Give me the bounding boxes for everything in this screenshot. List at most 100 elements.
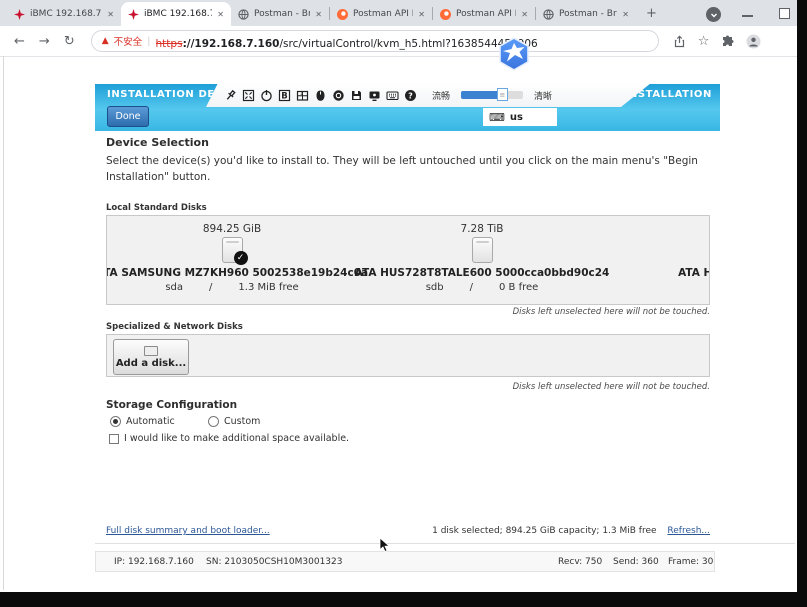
network-disks-box: Add a disk...: [106, 334, 710, 377]
browser-window: iBMC 192.168.7.16 ✕ iBMC 192.168.7.16 ✕ …: [0, 0, 797, 592]
disk-dev: sda: [165, 282, 183, 293]
maximize-button[interactable]: [779, 8, 790, 19]
tab-title: iBMC 192.168.7.16: [30, 9, 102, 19]
extensions-puzzle-icon[interactable]: [721, 35, 734, 48]
radio-custom-label: Custom: [224, 416, 260, 427]
close-icon[interactable]: ✕: [217, 10, 224, 19]
status-sn: SN: 2103050CSH10M3001323: [206, 557, 343, 567]
tab-postman-browse-2[interactable]: Postman - Browse ✕: [536, 2, 636, 26]
device-selection-intro: Select the device(s) you'd like to insta…: [106, 153, 712, 186]
add-disk-button[interactable]: Add a disk...: [113, 339, 189, 375]
svg-text:B: B: [281, 91, 287, 101]
disk-drive-icon: ✓: [222, 237, 243, 263]
radio-custom[interactable]: Custom: [208, 416, 260, 427]
minimize-button[interactable]: [742, 15, 753, 17]
svg-text:?: ?: [408, 91, 413, 100]
unselected-note: Disks left unselected here will not be t…: [106, 382, 710, 392]
tab-postman-api-1[interactable]: Postman API Platfo ✕: [330, 2, 432, 26]
close-icon[interactable]: ✕: [107, 10, 114, 19]
disk-sep: /: [470, 282, 473, 293]
disk-capacity: 7.28 TiB: [461, 223, 504, 235]
additional-space-option[interactable]: I would like to make additional space av…: [109, 433, 349, 444]
url-scheme: https: [156, 38, 183, 50]
keyboard-layout-indicator[interactable]: ⌨ us: [483, 108, 557, 126]
disk-tile-sdb[interactable]: 7.28 TiB ATA HUS728T8TALE600 5000cca0bbd…: [357, 216, 607, 304]
quality-sharp-label: 清晰: [534, 89, 552, 102]
reload-button[interactable]: ↻: [64, 34, 75, 49]
radio-automatic[interactable]: Automatic: [110, 416, 175, 427]
browser-menu-badge-icon[interactable]: [706, 7, 721, 22]
tab-postman-api-2[interactable]: Postman API Platfo ✕: [433, 2, 535, 26]
add-disk-label: Add a disk...: [116, 358, 186, 369]
tab-ibmc-2-active[interactable]: iBMC 192.168.7.16 ✕: [121, 2, 231, 26]
security-warning-icon: ▲: [102, 36, 109, 46]
power-icon[interactable]: [260, 89, 273, 102]
close-icon[interactable]: ✕: [622, 10, 629, 19]
kvm-status-bar: IP: 192.168.7.160 SN: 2103050CSH10M30013…: [95, 551, 715, 572]
keyboard-icon: ⌨: [489, 111, 505, 124]
fullscreen-icon[interactable]: [242, 89, 255, 102]
local-disks-label: Local Standard Disks: [106, 203, 207, 213]
disk-drive-icon: [144, 346, 158, 356]
back-button[interactable]: ←: [14, 34, 25, 49]
network-disks-label: Specialized & Network Disks: [106, 322, 243, 332]
bookmark-star-icon[interactable]: ☆: [698, 34, 710, 49]
b-key-icon[interactable]: B: [278, 89, 291, 102]
tab-postman-browse-1[interactable]: Postman - Browse ✕: [231, 2, 329, 26]
disk-free: 0 B free: [499, 282, 538, 293]
refresh-link[interactable]: Refresh...: [667, 526, 710, 536]
close-icon[interactable]: ✕: [521, 10, 528, 19]
disk-drive-icon: [472, 237, 493, 263]
mouse-icon[interactable]: [314, 89, 327, 102]
ibmc-favicon: [14, 9, 25, 20]
address-bar: ← → ↻ ▲ 不安全 | https://192.168.7.160/src/…: [0, 26, 797, 57]
monitor-icon[interactable]: [368, 89, 381, 102]
forward-button[interactable]: →: [39, 34, 50, 49]
help-icon[interactable]: ?: [404, 89, 417, 102]
disk-selected-check-icon: ✓: [234, 251, 248, 265]
checkbox-icon[interactable]: [109, 434, 119, 444]
done-button[interactable]: Done: [107, 106, 149, 127]
status-recv: Recv: 750: [558, 557, 602, 567]
quality-slider[interactable]: ≡: [461, 91, 523, 99]
resolution-icon[interactable]: 1: [296, 89, 309, 102]
local-disks-box: 894.25 GiB ✓ ATA SAMSUNG MZ7KH960 500253…: [106, 215, 710, 305]
tab-ibmc-1[interactable]: iBMC 192.168.7.16 ✕: [7, 2, 121, 26]
disk-free: 1.3 MiB free: [238, 282, 298, 293]
screenshot-root: iBMC 192.168.7.16 ✕ iBMC 192.168.7.16 ✕ …: [0, 0, 807, 607]
mouse-cursor: [379, 537, 390, 557]
disk-tile-sdc[interactable]: 7 ATA HUS728T8TAL sdc: [607, 216, 710, 304]
record-icon[interactable]: [332, 89, 345, 102]
status-send: Send: 360: [613, 557, 659, 567]
new-tab-button[interactable]: +: [646, 6, 657, 21]
close-icon[interactable]: ✕: [315, 10, 322, 19]
thunder-download-icon[interactable]: [494, 36, 534, 76]
footer-divider: [95, 543, 795, 544]
profile-avatar-icon[interactable]: [746, 34, 761, 49]
disk-dev: sdb: [426, 282, 444, 293]
tab-strip: iBMC 192.168.7.16 ✕ iBMC 192.168.7.16 ✕ …: [0, 0, 797, 26]
radio-button-icon[interactable]: [208, 416, 219, 427]
tab-title: Postman - Browse: [559, 9, 617, 19]
quality-slider-handle[interactable]: ≡: [497, 88, 508, 101]
radio-button-icon[interactable]: [110, 416, 121, 427]
tab-title: Postman API Platfo: [353, 9, 413, 19]
disk-sep: /: [209, 282, 212, 293]
unselected-note: Disks left unselected here will not be t…: [106, 307, 710, 317]
close-icon[interactable]: ✕: [418, 10, 425, 19]
floppy-icon[interactable]: [350, 89, 363, 102]
share-icon[interactable]: [673, 35, 686, 48]
tab-title: Postman - Browse: [254, 9, 310, 19]
disk-name: ATA HUS728T8TALE600 5000cca0bbd90c24: [355, 267, 610, 279]
full-disk-summary-link[interactable]: Full disk summary and boot loader...: [106, 526, 270, 536]
disk-tile-sda[interactable]: 894.25 GiB ✓ ATA SAMSUNG MZ7KH960 500253…: [107, 216, 357, 304]
globe-favicon: [543, 9, 554, 20]
security-warning-label: 不安全: [114, 34, 143, 48]
pin-icon[interactable]: [224, 89, 237, 102]
selection-summary: 1 disk selected; 894.25 GiB capacity; 1.…: [432, 526, 656, 536]
status-frame: Frame: 30: [668, 557, 713, 567]
url-host: ://192.168.7.160: [183, 38, 280, 50]
keyboard-layout-value: us: [510, 112, 523, 123]
keyboard-icon[interactable]: [386, 89, 399, 102]
url-omnibox[interactable]: ▲ 不安全 | https://192.168.7.160/src/virtua…: [91, 30, 659, 52]
